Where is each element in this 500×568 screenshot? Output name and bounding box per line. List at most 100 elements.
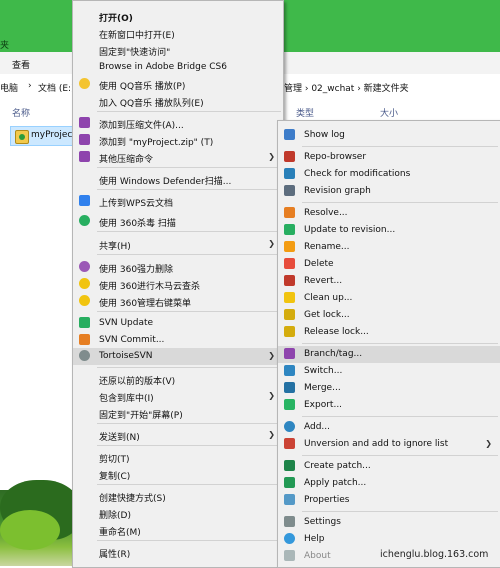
menu-item-label: 共享(H) — [99, 242, 131, 252]
menu-item-add-archive[interactable]: 添加到压缩文件(A)... — [73, 115, 283, 132]
pencil-icon — [284, 241, 295, 252]
svn-item-branch-tag[interactable]: Branch/tag... — [278, 346, 500, 363]
menu-item-restore-previous[interactable]: 还原以前的版本(V) — [73, 371, 283, 388]
menu-item-open-new-window[interactable]: 在新窗口中打开(E) — [73, 25, 283, 42]
menu-item-pin-start[interactable]: 固定到"开始"屏幕(P) — [73, 405, 283, 422]
menu-item-cut[interactable]: 剪切(T) — [73, 449, 283, 466]
column-header-type[interactable]: 类型 — [296, 106, 314, 119]
menu-item-create-shortcut[interactable]: 创建快捷方式(S) — [73, 488, 283, 505]
svn-item-unversion-ignore[interactable]: Unversion and add to ignore list ❯ — [278, 436, 500, 453]
menu-separator — [97, 445, 281, 446]
menu-item-label: 使用 360管理右键菜单 — [99, 299, 192, 309]
menu-item-label: 加入 QQ音乐 播放队列(E) — [99, 99, 204, 109]
menu-item-rename[interactable]: 重命名(M) — [73, 522, 283, 539]
column-header-size[interactable]: 大小 — [380, 106, 398, 119]
svn-item-release-lock[interactable]: Release lock... — [278, 324, 500, 341]
tortoisesvn-submenu: Show log Repo-browser Check for modifica… — [277, 120, 500, 568]
merge-icon — [284, 382, 295, 393]
svn-item-repo-browser[interactable]: Repo-browser — [278, 149, 500, 166]
svn-item-revert[interactable]: Revert... — [278, 273, 500, 290]
menu-separator — [302, 416, 498, 417]
menu-item-tortoisesvn[interactable]: TortoiseSVN ❯ — [73, 348, 283, 365]
menu-separator — [97, 311, 281, 312]
menu-item-label: Export... — [304, 400, 343, 410]
menu-item-pin-quick-access[interactable]: 固定到"快速访问" — [73, 42, 283, 59]
menu-item-open[interactable]: 打开(O) — [73, 8, 283, 25]
menu-item-360-force-delete[interactable]: 使用 360强力删除 — [73, 259, 283, 276]
svn-item-clean-up[interactable]: Clean up... — [278, 290, 500, 307]
apply-patch-icon — [284, 477, 295, 488]
menu-item-browse-bridge[interactable]: Browse in Adobe Bridge CS6 — [73, 59, 283, 76]
svn-item-export[interactable]: Export... — [278, 397, 500, 414]
menu-item-label: 包含到库中(I) — [99, 394, 154, 404]
breadcrumb-root[interactable]: 电脑 — [0, 81, 18, 94]
breadcrumb-sep: › — [28, 81, 32, 91]
menu-separator — [97, 484, 281, 485]
ribbon-tab-view[interactable]: 查看 — [12, 58, 30, 71]
svn-item-properties[interactable]: Properties — [278, 492, 500, 509]
ignore-icon — [284, 438, 295, 449]
shield-icon — [79, 215, 90, 226]
submenu-arrow-icon: ❯ — [268, 351, 275, 360]
file-item-myproject[interactable]: myProject — [10, 126, 76, 146]
svn-item-revision-graph[interactable]: Revision graph — [278, 183, 500, 200]
svn-item-help[interactable]: Help — [278, 531, 500, 548]
delete-x-icon — [284, 258, 295, 269]
menu-item-360-scan[interactable]: 使用 360杀毒 扫描 — [73, 213, 283, 230]
help-icon — [284, 533, 295, 544]
menu-item-send-to[interactable]: 发送到(N) ❯ — [73, 427, 283, 444]
svn-update-icon — [79, 317, 90, 328]
menu-item-label: Rename... — [304, 242, 350, 252]
export-icon — [284, 399, 295, 410]
menu-item-label: 剪切(T) — [99, 455, 130, 465]
svn-item-merge[interactable]: Merge... — [278, 380, 500, 397]
menu-item-label: Repo-browser — [304, 152, 367, 162]
menu-item-label: Properties — [304, 495, 350, 505]
menu-item-other-compress[interactable]: 其他压缩命令 ❯ — [73, 149, 283, 166]
menu-item-label: Apply patch... — [304, 478, 367, 488]
svn-item-check-modifications[interactable]: Check for modifications — [278, 166, 500, 183]
menu-item-share[interactable]: 共享(H) ❯ — [73, 236, 283, 253]
svn-item-rename[interactable]: Rename... — [278, 239, 500, 256]
svn-item-show-log[interactable]: Show log — [278, 127, 500, 144]
menu-item-svn-commit[interactable]: SVN Commit... — [73, 332, 283, 349]
menu-item-wps-upload[interactable]: 上传到WPS云文档 — [73, 193, 283, 210]
svn-item-add[interactable]: Add... — [278, 419, 500, 436]
menu-item-label: Update to revision... — [304, 225, 396, 235]
menu-item-label: 添加到 "myProject.zip" (T) — [99, 138, 214, 148]
menu-item-include-library[interactable]: 包含到库中(I) ❯ — [73, 388, 283, 405]
svn-item-create-patch[interactable]: Create patch... — [278, 458, 500, 475]
menu-item-360-trojan-scan[interactable]: 使用 360进行木马云查杀 — [73, 276, 283, 293]
menu-item-label: Settings — [304, 517, 341, 527]
menu-item-qq-play[interactable]: 使用 QQ音乐 播放(P) — [73, 76, 283, 93]
menu-item-label: Revision graph — [304, 186, 371, 196]
menu-item-defender[interactable]: 使用 Windows Defender扫描... — [73, 171, 283, 188]
breadcrumb-drive[interactable]: 文档 (E:) — [38, 81, 75, 94]
svn-item-switch[interactable]: Switch... — [278, 363, 500, 380]
svn-item-update-revision[interactable]: Update to revision... — [278, 222, 500, 239]
menu-item-label: 固定到"快速访问" — [99, 48, 171, 58]
svn-item-apply-patch[interactable]: Apply patch... — [278, 475, 500, 492]
menu-item-label: 发送到(N) — [99, 433, 140, 443]
menu-item-label: Help — [304, 534, 325, 544]
menu-item-label: About — [304, 551, 331, 561]
submenu-arrow-icon: ❯ — [268, 430, 275, 439]
menu-item-properties[interactable]: 属性(R) — [73, 544, 283, 561]
menu-item-add-zip[interactable]: 添加到 "myProject.zip" (T) — [73, 132, 283, 149]
menu-separator — [302, 455, 498, 456]
svn-item-settings[interactable]: Settings — [278, 514, 500, 531]
svn-commit-icon — [79, 334, 90, 345]
breadcrumb-path[interactable]: 管理 › 02_wchat › 新建文件夹 — [284, 81, 409, 94]
menu-item-label: 上传到WPS云文档 — [99, 199, 174, 209]
menu-separator — [97, 231, 281, 232]
menu-item-copy[interactable]: 复制(C) — [73, 466, 283, 483]
menu-item-360-manage-menu[interactable]: 使用 360管理右键菜单 — [73, 293, 283, 310]
repo-browser-icon — [284, 151, 295, 162]
menu-item-qq-queue[interactable]: 加入 QQ音乐 播放队列(E) — [73, 93, 283, 110]
svn-item-resolve[interactable]: Resolve... — [278, 205, 500, 222]
svn-item-get-lock[interactable]: Get lock... — [278, 307, 500, 324]
menu-item-delete[interactable]: 删除(D) — [73, 505, 283, 522]
menu-item-svn-update[interactable]: SVN Update — [73, 315, 283, 332]
column-header-name[interactable]: 名称 — [12, 106, 30, 119]
svn-item-delete[interactable]: Delete — [278, 256, 500, 273]
